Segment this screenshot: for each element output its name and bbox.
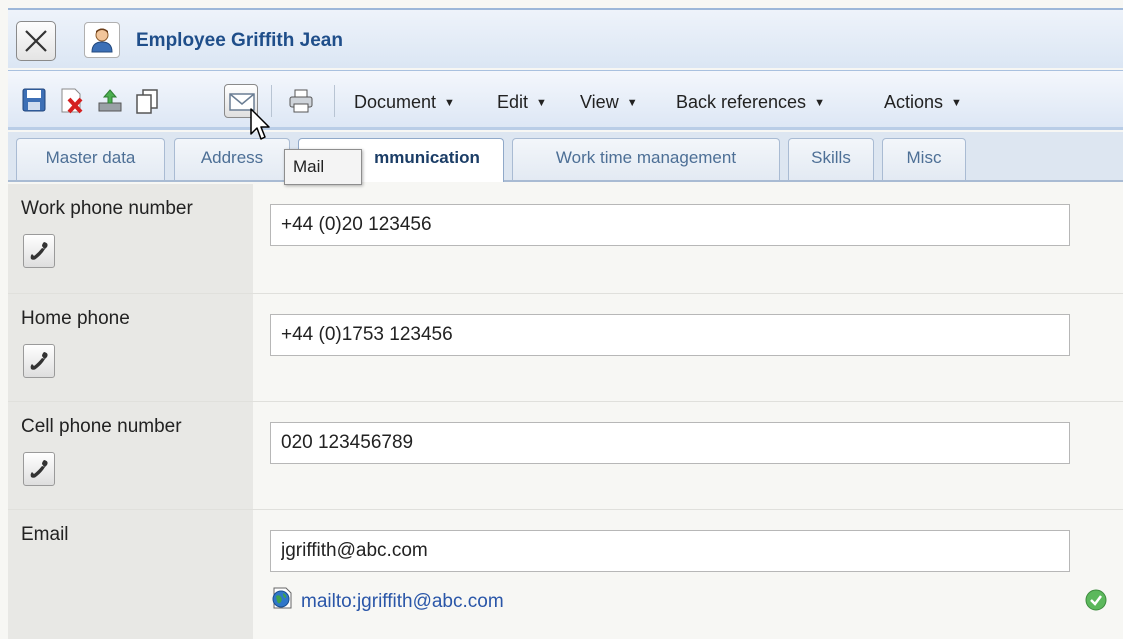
tab-skills[interactable]: Skills — [788, 138, 874, 180]
menu-view[interactable]: View ▼ — [580, 92, 638, 113]
cell-phone-label: Cell phone number — [21, 416, 182, 437]
window-titlebar: Employee Griffith Jean — [8, 8, 1123, 68]
work-phone-call-button[interactable] — [23, 234, 55, 268]
globe-icon — [272, 587, 292, 609]
work-phone-field[interactable] — [270, 204, 1070, 246]
work-phone-row: Work phone number — [8, 184, 1123, 294]
cell-phone-call-button[interactable] — [23, 452, 55, 486]
mailto-link[interactable]: mailto:jgriffith@abc.com — [271, 587, 504, 614]
cell-phone-field[interactable] — [270, 422, 1070, 464]
check-circle-icon — [1085, 589, 1107, 611]
tab-address[interactable]: Address — [174, 138, 290, 180]
phone-icon — [30, 242, 48, 260]
menu-edit[interactable]: Edit ▼ — [497, 92, 547, 113]
cell-phone-row: Cell phone number — [8, 402, 1123, 510]
dropdown-arrow-icon: ▼ — [626, 97, 638, 109]
tab-bar: Master data Address mmunication Work tim… — [8, 132, 1123, 182]
print-icon — [289, 89, 313, 113]
delete-button[interactable] — [55, 84, 89, 118]
home-phone-row: Home phone — [8, 294, 1123, 402]
tab-work-time-management[interactable]: Work time management — [512, 138, 780, 180]
tab-master-data[interactable]: Master data — [16, 138, 165, 180]
toolbar: Document ▼ Edit ▼ View ▼ Back references ▼ A… — [8, 70, 1123, 130]
copy-button[interactable] — [130, 84, 164, 118]
close-button[interactable] — [16, 21, 56, 61]
delete-icon — [61, 88, 83, 114]
window-title: Employee Griffith Jean — [136, 30, 343, 51]
home-phone-label: Home phone — [21, 308, 130, 329]
phone-icon — [30, 460, 48, 478]
dropdown-arrow-icon: ▼ — [536, 97, 547, 109]
label-column: Work phone number — [8, 184, 253, 293]
save-button[interactable] — [18, 84, 52, 118]
upload-button[interactable] — [93, 84, 127, 118]
phone-icon — [30, 352, 48, 370]
mailto-text: mailto:jgriffith@abc.com — [301, 591, 504, 613]
dropdown-arrow-icon: ▼ — [951, 97, 962, 109]
email-row: Email mailto:jgriffith@abc.com — [8, 510, 1123, 639]
tab-misc[interactable]: Misc — [882, 138, 966, 180]
menu-actions[interactable]: Actions ▼ — [884, 92, 962, 113]
toolbar-separator — [334, 85, 335, 117]
value-column — [253, 294, 1123, 401]
work-phone-label: Work phone number — [21, 198, 193, 219]
copy-icon — [136, 89, 158, 114]
label-column: Email — [8, 510, 253, 639]
upload-icon — [98, 89, 122, 112]
save-icon — [22, 88, 46, 112]
mail-tooltip: Mail — [284, 149, 362, 185]
print-button[interactable] — [284, 84, 318, 118]
value-column — [253, 402, 1123, 509]
value-column — [253, 184, 1123, 293]
menu-document[interactable]: Document ▼ — [354, 92, 455, 113]
home-phone-call-button[interactable] — [23, 344, 55, 378]
dropdown-arrow-icon: ▼ — [444, 97, 455, 109]
mouse-pointer-icon — [250, 108, 270, 140]
home-phone-field[interactable] — [270, 314, 1070, 356]
dropdown-arrow-icon: ▼ — [814, 97, 825, 109]
label-column: Home phone — [8, 294, 253, 401]
close-icon — [25, 30, 47, 52]
label-column: Cell phone number — [8, 402, 253, 509]
email-field[interactable] — [270, 530, 1070, 572]
menu-back-references[interactable]: Back references ▼ — [676, 92, 825, 113]
email-label: Email — [21, 524, 69, 545]
communication-form: Work phone number Home phone Cell phone … — [8, 184, 1123, 639]
employee-icon — [84, 22, 120, 58]
value-column: mailto:jgriffith@abc.com — [253, 510, 1123, 639]
